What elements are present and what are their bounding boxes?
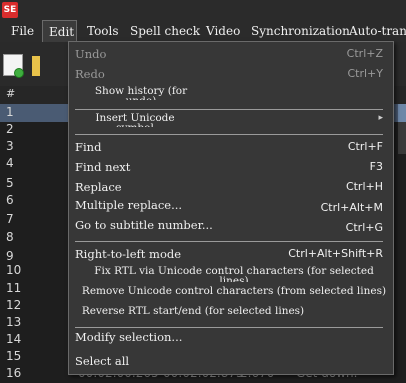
menu-item-label: Replace xyxy=(75,180,122,194)
menu-file[interactable]: File xyxy=(11,20,34,42)
app-logo-icon: SE xyxy=(2,2,18,18)
title-bar: SE xyxy=(0,0,406,20)
row-number[interactable]: 1 xyxy=(6,105,36,119)
row-number[interactable]: 3 xyxy=(6,139,36,153)
row-number[interactable]: 9 xyxy=(6,249,36,263)
row-number[interactable]: 16 xyxy=(6,366,36,380)
menu-item-show-history[interactable]: Show history (for undo) xyxy=(75,86,383,100)
row-number[interactable]: 11 xyxy=(6,281,36,295)
row-number[interactable]: 12 xyxy=(6,298,36,312)
menu-separator xyxy=(75,241,383,242)
menu-item-label: Find next xyxy=(75,160,131,174)
menu-item-redo[interactable]: Redo Ctrl+Y xyxy=(75,67,383,83)
row-number[interactable]: 4 xyxy=(6,156,36,170)
menu-item-label: Select all xyxy=(75,354,130,368)
menu-item-undo[interactable]: Undo Ctrl+Z xyxy=(75,47,383,63)
menu-item-fix-rtl[interactable]: Fix RTL via Unicode control characters (… xyxy=(75,266,383,282)
menu-item-label: Right-to-left mode xyxy=(75,247,182,261)
menu-item-find[interactable]: Find Ctrl+F xyxy=(75,140,383,156)
submenu-arrow-icon: ▸ xyxy=(378,113,383,123)
row-cell-edge xyxy=(398,138,406,154)
row-number[interactable]: 14 xyxy=(6,332,36,346)
menu-item-go-to-subtitle-number[interactable]: Go to subtitle number... Ctrl+G xyxy=(75,218,383,234)
menu-item-right-to-left-mode[interactable]: Right-to-left mode Ctrl+Alt+Shift+R xyxy=(75,247,383,263)
shortcut-label: Ctrl+Alt+Shift+R xyxy=(288,247,383,260)
column-header-number[interactable]: # xyxy=(6,87,15,100)
menu-item-label: Reverse RTL start/end (for selected line… xyxy=(81,306,305,317)
menu-item-label: Go to subtitle number... xyxy=(75,218,213,232)
menu-item-multiple-replace[interactable]: Multiple replace... Ctrl+Alt+M xyxy=(75,198,383,214)
menu-item-find-next[interactable]: Find next F3 xyxy=(75,160,383,176)
shortcut-label: Ctrl+Y xyxy=(347,67,383,80)
row-cell-edge xyxy=(398,122,406,138)
menu-item-label: Insert Unicode symbol xyxy=(95,113,175,127)
menu-item-label: Modify selection... xyxy=(75,330,183,344)
row-number[interactable]: 10 xyxy=(6,263,36,277)
menu-bar: File Edit Tools Spell check Video Synchr… xyxy=(0,20,406,42)
menu-item-modify-selection[interactable]: Modify selection... xyxy=(75,330,383,346)
row-number[interactable]: 7 xyxy=(6,212,36,226)
menu-item-replace[interactable]: Replace Ctrl+H xyxy=(75,180,383,196)
menu-edit[interactable]: Edit xyxy=(42,20,77,42)
menu-synchronization[interactable]: Synchronization xyxy=(251,20,350,42)
shortcut-label: Ctrl+Z xyxy=(346,47,383,60)
shortcut-label: Ctrl+F xyxy=(347,140,383,153)
menu-item-label: Remove Unicode control characters (from … xyxy=(81,286,387,297)
shortcut-label: F3 xyxy=(369,160,383,173)
row-number[interactable]: 15 xyxy=(6,349,36,363)
menu-item-select-all[interactable]: Select all xyxy=(75,354,383,370)
menu-item-label: Multiple replace... xyxy=(75,198,183,212)
menu-spell-check[interactable]: Spell check xyxy=(130,20,200,42)
row-number[interactable]: 13 xyxy=(6,315,36,329)
menu-separator xyxy=(75,134,383,135)
menu-item-remove-unicode-control[interactable]: Remove Unicode control characters (from … xyxy=(75,286,386,302)
row-number[interactable]: 5 xyxy=(6,176,36,190)
row-number[interactable]: 8 xyxy=(6,230,36,244)
menu-item-label: Fix RTL via Unicode control characters (… xyxy=(94,266,374,282)
menu-item-label: Find xyxy=(75,140,102,154)
menu-separator xyxy=(75,109,383,110)
row-number[interactable]: 2 xyxy=(6,122,36,136)
add-badge-icon xyxy=(14,68,24,78)
menu-item-reverse-rtl[interactable]: Reverse RTL start/end (for selected line… xyxy=(75,306,383,322)
menu-auto-translate[interactable]: Auto-transl xyxy=(349,20,406,42)
menu-separator xyxy=(75,327,383,328)
shortcut-label: Ctrl+G xyxy=(345,221,383,234)
menu-item-label: Show history (for undo) xyxy=(94,86,188,100)
row-cell-edge xyxy=(398,104,406,122)
row-number[interactable]: 6 xyxy=(6,193,36,207)
shortcut-label: Ctrl+Alt+M xyxy=(320,201,383,214)
menu-tools[interactable]: Tools xyxy=(87,20,119,42)
menu-item-label: Undo xyxy=(75,47,107,61)
open-folder-icon[interactable] xyxy=(32,56,40,76)
menu-video[interactable]: Video xyxy=(206,20,240,42)
edit-menu-dropdown: Undo Ctrl+Z Redo Ctrl+Y Show history (fo… xyxy=(68,41,394,375)
menu-item-insert-unicode[interactable]: Insert Unicode symbol ▸ xyxy=(75,113,383,127)
shortcut-label: Ctrl+H xyxy=(345,180,383,193)
menu-item-label: Redo xyxy=(75,67,105,81)
